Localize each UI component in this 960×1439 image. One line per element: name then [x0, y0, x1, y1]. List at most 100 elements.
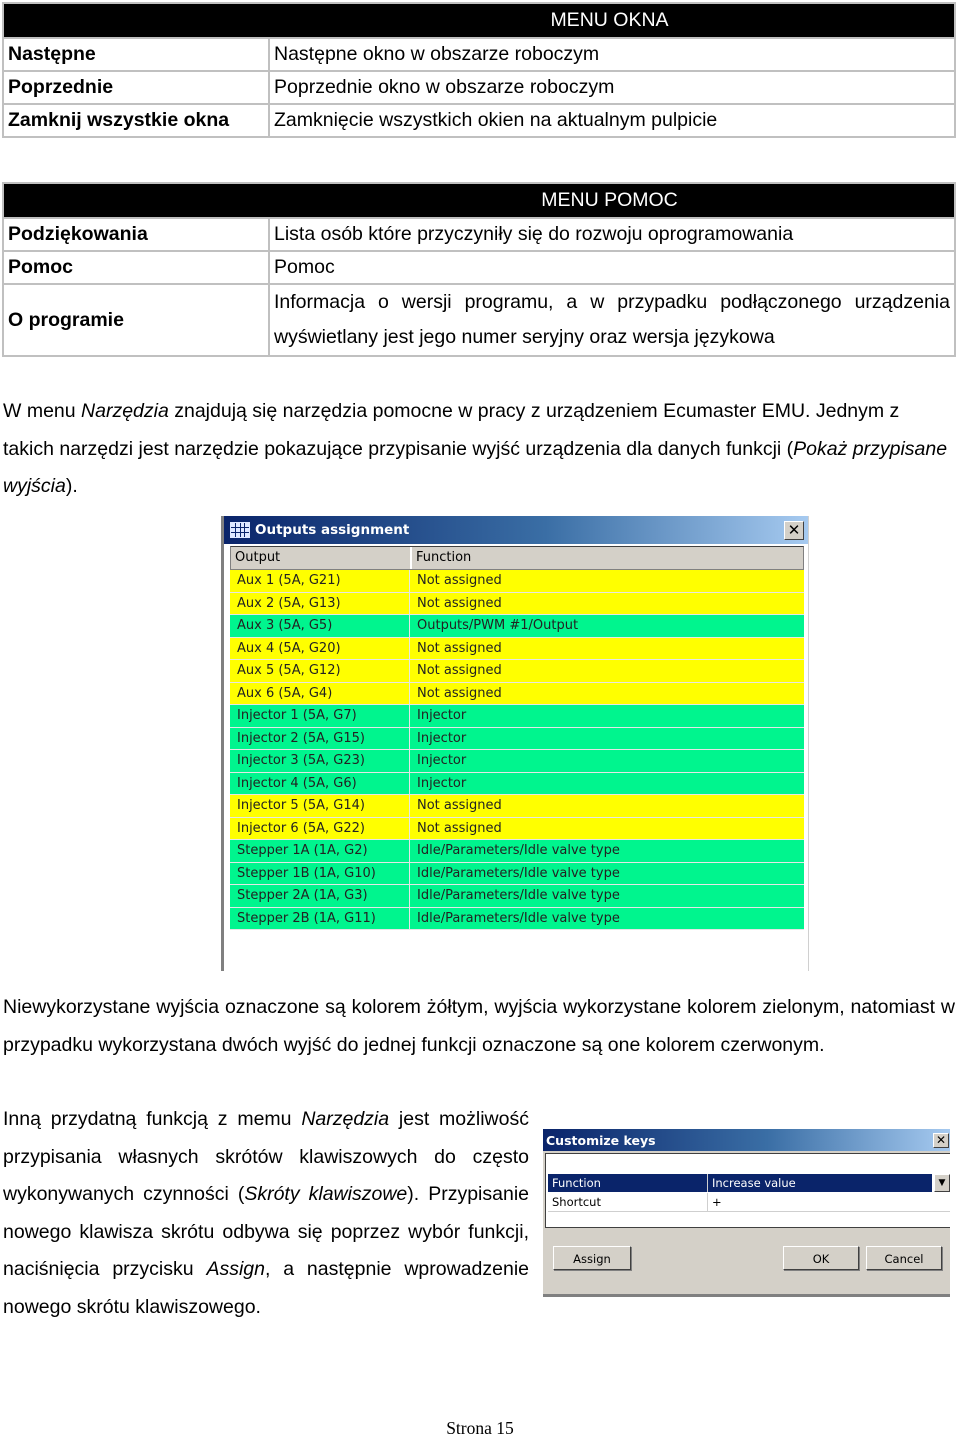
output-function: Idle/Parameters/Idle valve type [417, 910, 620, 926]
text: ). [65, 475, 78, 497]
paragraph-tools-intro: W menu Narzędzia znajdują się narzędzia … [3, 393, 953, 506]
output-row[interactable]: Aux 6 (5A, G4) Not assigned [230, 682, 804, 705]
output-name: Stepper 2A (1A, G3) [230, 885, 410, 907]
table-header: Output Function [230, 546, 804, 570]
output-function: Not assigned [417, 663, 502, 678]
menu-pomoc-title: MENU POMOC [2, 182, 956, 219]
dialog-title: Customize keys [546, 1132, 656, 1148]
output-name: Injector 1 (5A, G7) [230, 705, 410, 727]
paragraph-shortcuts: Inną przydatną funkcją z memu Narzędzia … [3, 1101, 529, 1326]
output-row[interactable]: Injector 6 (5A, G22) Not assigned [230, 817, 804, 840]
output-name: Aux 2 (5A, G13) [230, 592, 410, 614]
text: Inną przydatną funkcją z memu [3, 1108, 302, 1130]
table-row: Następne Następne okno w obszarze robocz… [2, 37, 956, 72]
emphasis: Narzędzia [81, 400, 169, 422]
row-key: Podziękowania [2, 217, 270, 252]
text: W menu [3, 400, 82, 422]
ok-button[interactable]: OK [783, 1246, 859, 1270]
shortcut-label: Shortcut [552, 1195, 601, 1209]
row-desc: Zamknięcie wszystkich okien na aktualnym… [268, 103, 956, 138]
output-row[interactable]: Stepper 2B (1A, G11) Idle/Parameters/Idle… [230, 907, 804, 930]
output-row[interactable]: Aux 3 (5A, G5) Outputs/PWM #1/Output [230, 615, 804, 638]
output-function: Injector [417, 753, 467, 768]
function-select[interactable]: Increase value [707, 1174, 932, 1192]
emphasis: Skróty klawiszowe [244, 1183, 408, 1205]
output-row[interactable]: Injector 1 (5A, G7) Injector [230, 705, 804, 728]
assign-button[interactable]: Assign [553, 1246, 631, 1270]
output-name: Stepper 2B (1A, G11) [230, 907, 410, 929]
row-key: Następne [2, 37, 270, 72]
output-name: Injector 4 (5A, G6) [230, 772, 410, 794]
function-row[interactable]: Function Increase value ▼ [548, 1174, 950, 1192]
output-row[interactable]: Stepper 2A (1A, G3) Idle/Parameters/Idle … [230, 885, 804, 908]
output-function: Idle/Parameters/Idle valve type [417, 865, 620, 881]
output-name: Aux 6 (5A, G4) [230, 682, 410, 704]
output-row[interactable]: Aux 5 (5A, G12) Not assigned [230, 660, 804, 683]
output-function: Injector [417, 775, 467, 791]
output-function: Not assigned [417, 640, 502, 656]
emphasis: Narzędzia [301, 1108, 390, 1130]
output-row[interactable]: Injector 3 (5A, G23) Injector [230, 750, 804, 773]
output-name: Aux 3 (5A, G5) [230, 615, 410, 637]
window-titlebar[interactable]: Outputs assignment ✕ [224, 516, 808, 544]
output-function: Outputs/PWM #1/Output [417, 618, 579, 633]
column-header-output[interactable]: Output [231, 547, 412, 569]
output-function: Not assigned [417, 595, 502, 611]
menu-okna-table: MENU OKNA Następne Następne okno w obsza… [2, 2, 956, 138]
row-desc: Informacja o wersji programu, a w przypa… [268, 283, 956, 357]
output-function: Idle/Parameters/Idle valve type [417, 888, 620, 903]
row-key: O programie [2, 283, 270, 357]
output-name: Injector 2 (5A, G15) [230, 727, 410, 749]
output-row[interactable]: Stepper 1A (1A, G2) Idle/Parameters/Idle … [230, 840, 804, 863]
outputs-table: Output Function Aux 1 (5A, G21) Not assig… [230, 546, 804, 930]
row-key: Pomoc [2, 250, 270, 285]
output-function: Not assigned [417, 798, 502, 813]
table-row: O programie Informacja o wersji programu… [2, 283, 956, 357]
row-desc: Pomoc [268, 250, 956, 285]
output-function: Not assigned [417, 820, 502, 836]
table-grid-icon [230, 522, 250, 538]
table-row: Pomoc Pomoc [2, 250, 956, 285]
output-row[interactable]: Aux 2 (5A, G13) Not assigned [230, 592, 804, 615]
menu-okna-title: MENU OKNA [2, 2, 956, 39]
shortcut-field[interactable]: + [707, 1193, 950, 1211]
page-number: Strona 15 [446, 1418, 514, 1438]
output-row[interactable]: Stepper 1B (1A, G10) Idle/Parameters/Idle… [230, 862, 804, 885]
table-row: Zamknij wszystkie okna Zamknięcie wszyst… [2, 103, 956, 138]
output-function: Injector [417, 730, 467, 746]
row-desc: Następne okno w obszarze roboczym [268, 37, 956, 72]
paragraph-color-legend: Niewykorzystane wyjścia oznaczone są kol… [3, 996, 955, 1056]
output-row[interactable]: Injector 4 (5A, G6) Injector [230, 772, 804, 795]
cancel-button[interactable]: Cancel [866, 1246, 942, 1270]
row-key: Poprzednie [2, 70, 270, 105]
outputs-rows: Aux 1 (5A, G21) Not assigned Aux 2 (5A, G1… [230, 570, 804, 930]
table-row: Podziękowania Lista osób które przyczyni… [2, 217, 956, 252]
output-name: Injector 6 (5A, G22) [230, 817, 410, 839]
output-row[interactable]: Aux 1 (5A, G21) Not assigned [230, 570, 804, 593]
output-name: Aux 5 (5A, G12) [230, 660, 410, 682]
output-function: Not assigned [417, 573, 502, 588]
output-name: Stepper 1A (1A, G2) [230, 840, 410, 862]
row-key: Zamknij wszystkie okna [2, 103, 270, 138]
keys-property-grid: Function Increase value ▼ Shortcut + [545, 1153, 950, 1228]
dialog-titlebar[interactable]: Customize keys ✕ [543, 1129, 950, 1151]
output-function: Not assigned [417, 685, 502, 701]
output-function: Idle/Parameters/Idle valve type [417, 843, 620, 858]
output-name: Aux 1 (5A, G21) [230, 570, 410, 592]
output-row[interactable]: Injector 2 (5A, G15) Injector [230, 727, 804, 750]
row-desc: Poprzednie okno w obszarze roboczym [268, 70, 956, 105]
output-name: Injector 3 (5A, G23) [230, 750, 410, 772]
output-row[interactable]: Aux 4 (5A, G20) Not assigned [230, 637, 804, 660]
output-name: Injector 5 (5A, G14) [230, 795, 410, 817]
emphasis: Assign [206, 1258, 265, 1280]
close-icon[interactable]: ✕ [933, 1133, 949, 1148]
shortcut-row[interactable]: Shortcut + [548, 1193, 950, 1212]
row-desc: Lista osób które przyczyniły się do rozw… [268, 217, 956, 252]
chevron-down-icon[interactable]: ▼ [934, 1174, 950, 1192]
output-name: Aux 4 (5A, G20) [230, 637, 410, 659]
column-header-function[interactable]: Function [412, 547, 471, 569]
output-row[interactable]: Injector 5 (5A, G14) Not assigned [230, 795, 804, 818]
close-icon[interactable]: ✕ [784, 520, 804, 540]
customize-keys-dialog: Customize keys ✕ Function Increase value… [543, 1129, 950, 1297]
window-title: Outputs assignment [255, 522, 410, 538]
